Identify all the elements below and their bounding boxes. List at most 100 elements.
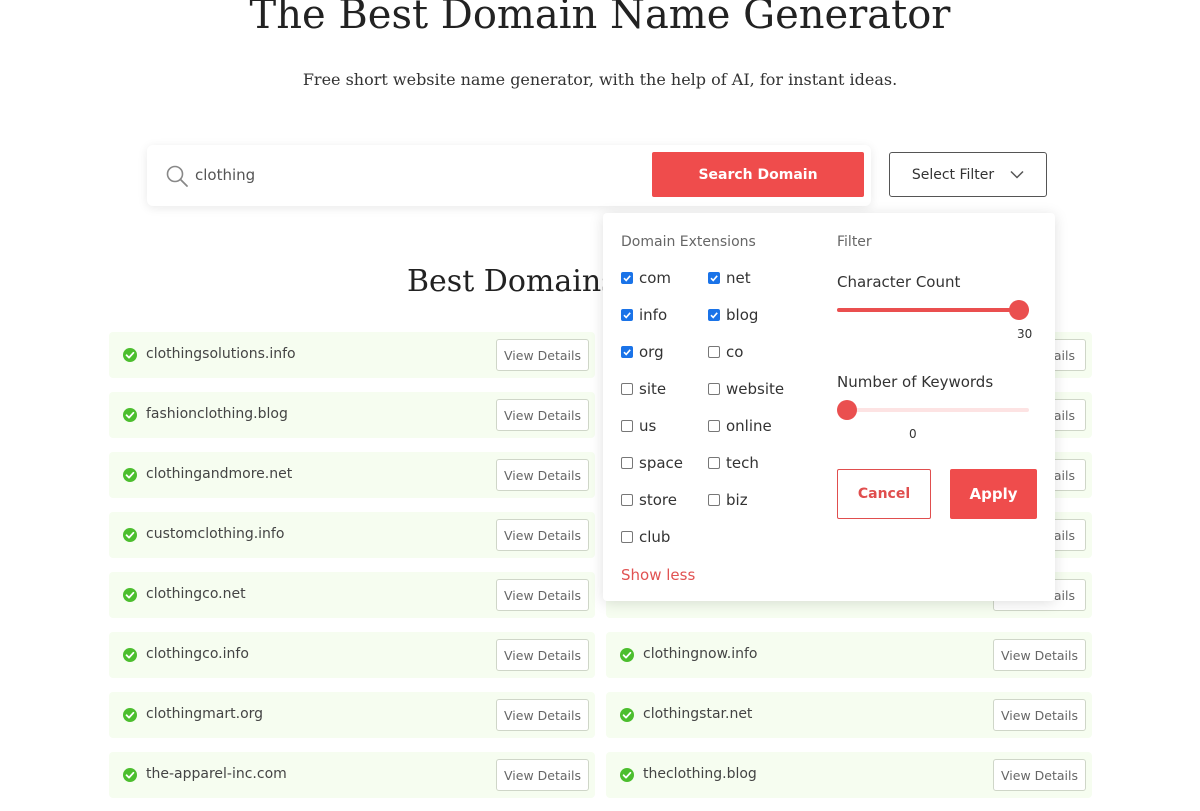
- check-circle-icon: [123, 708, 137, 722]
- character-count-label: Character Count: [837, 273, 961, 291]
- checkbox[interactable]: [621, 531, 633, 543]
- search-input[interactable]: [195, 159, 635, 191]
- extension-label: space: [639, 454, 684, 472]
- extension-label: info: [639, 306, 668, 324]
- domain-row: clothingsolutions.info View Details: [109, 332, 595, 378]
- extension-option-site[interactable]: site: [621, 380, 666, 398]
- view-details-button[interactable]: View Details: [496, 579, 589, 611]
- checkbox[interactable]: [708, 346, 720, 358]
- checkbox[interactable]: [621, 457, 633, 469]
- extension-label: net: [726, 269, 751, 287]
- search-domain-button[interactable]: Search Domain: [652, 152, 864, 197]
- domain-name: clothingmart.org: [146, 706, 264, 722]
- check-circle-icon: [123, 588, 137, 602]
- results-title: Best Domains: [407, 264, 617, 299]
- view-details-button[interactable]: View Details: [496, 519, 589, 551]
- domain-name: clothingco.net: [146, 586, 246, 602]
- extension-label: site: [639, 380, 667, 398]
- extension-option-space[interactable]: space: [621, 454, 683, 472]
- view-details-button[interactable]: View Details: [496, 699, 589, 731]
- character-count-handle[interactable]: [1009, 300, 1029, 320]
- view-details-button[interactable]: View Details: [496, 399, 589, 431]
- view-details-button[interactable]: View Details: [496, 759, 589, 791]
- view-details-button[interactable]: View Details: [993, 699, 1086, 731]
- character-count-fill: [837, 308, 1029, 312]
- domain-name: customclothing.info: [146, 526, 285, 542]
- extension-option-net[interactable]: net: [708, 269, 751, 287]
- check-circle-icon: [620, 768, 634, 782]
- view-details-button[interactable]: View Details: [496, 459, 589, 491]
- checkbox[interactable]: [708, 272, 720, 284]
- domain-name: clothingandmore.net: [146, 466, 293, 482]
- extension-label: com: [639, 269, 672, 287]
- extensions-heading: Domain Extensions: [621, 234, 756, 250]
- checkbox[interactable]: [621, 272, 633, 284]
- keywords-handle[interactable]: [837, 400, 857, 420]
- extension-option-us[interactable]: us: [621, 417, 656, 435]
- page-title: The Best Domain Name Generator: [249, 0, 951, 38]
- checkbox[interactable]: [621, 309, 633, 321]
- checkbox[interactable]: [621, 420, 633, 432]
- search-icon: [166, 165, 188, 187]
- search-box: Search Domain: [147, 145, 871, 206]
- domain-name: the-apparel-inc.com: [146, 766, 287, 782]
- checkbox[interactable]: [621, 346, 633, 358]
- view-details-button[interactable]: View Details: [993, 639, 1086, 671]
- checkbox[interactable]: [708, 457, 720, 469]
- extension-label: online: [726, 417, 772, 435]
- extension-label: club: [639, 528, 671, 546]
- domain-row: clothingmart.org View Details: [109, 692, 595, 738]
- check-circle-icon: [123, 468, 137, 482]
- character-count-slider[interactable]: [837, 300, 1029, 320]
- checkbox[interactable]: [708, 420, 720, 432]
- keywords-label: Number of Keywords: [837, 373, 994, 391]
- checkbox[interactable]: [708, 383, 720, 395]
- checkbox[interactable]: [621, 383, 633, 395]
- page-subtitle: Free short website name generator, with …: [302, 70, 898, 89]
- cancel-button[interactable]: Cancel: [837, 469, 931, 519]
- extension-option-online[interactable]: online: [708, 417, 772, 435]
- domain-name: clothingsolutions.info: [146, 346, 296, 362]
- extension-label: biz: [726, 491, 748, 509]
- extension-option-blog[interactable]: blog: [708, 306, 758, 324]
- domain-row: clothingco.info View Details: [109, 632, 595, 678]
- domain-row: clothingstar.net View Details: [606, 692, 1092, 738]
- keywords-slider[interactable]: [837, 400, 1029, 420]
- domain-row: the-apparel-inc.com View Details: [109, 752, 595, 798]
- filter-heading: Filter: [837, 234, 872, 250]
- extension-option-co[interactable]: co: [708, 343, 743, 361]
- extension-label: website: [726, 380, 785, 398]
- checkbox[interactable]: [708, 309, 720, 321]
- extension-label: blog: [726, 306, 759, 324]
- extension-option-website[interactable]: website: [708, 380, 784, 398]
- extension-label: us: [639, 417, 657, 435]
- check-circle-icon: [123, 648, 137, 662]
- extension-option-info[interactable]: info: [621, 306, 667, 324]
- checkbox[interactable]: [708, 494, 720, 506]
- select-filter-label: Select Filter: [911, 166, 995, 183]
- check-circle-icon: [123, 408, 137, 422]
- extension-option-club[interactable]: club: [621, 528, 670, 546]
- checkbox[interactable]: [621, 494, 633, 506]
- apply-button[interactable]: Apply: [950, 469, 1037, 519]
- view-details-button[interactable]: View Details: [496, 639, 589, 671]
- view-details-button[interactable]: View Details: [993, 759, 1086, 791]
- extension-option-biz[interactable]: biz: [708, 491, 748, 509]
- view-details-button[interactable]: View Details: [496, 339, 589, 371]
- extension-option-store[interactable]: store: [621, 491, 677, 509]
- extension-option-com[interactable]: com: [621, 269, 671, 287]
- extension-label: co: [726, 343, 744, 361]
- domain-name: fashionclothing.blog: [146, 406, 288, 422]
- filter-panel: Domain Extensions Filter com net info blog o…: [603, 213, 1055, 601]
- check-circle-icon: [620, 648, 634, 662]
- show-less-link[interactable]: Show less: [621, 566, 695, 584]
- select-filter-dropdown[interactable]: Select Filter: [889, 152, 1047, 197]
- domain-name: clothingstar.net: [643, 706, 753, 722]
- extension-option-tech[interactable]: tech: [708, 454, 759, 472]
- domain-row: theclothing.blog View Details: [606, 752, 1092, 798]
- extension-option-org[interactable]: org: [621, 343, 664, 361]
- extension-label: tech: [726, 454, 759, 472]
- domain-name: clothingnow.info: [643, 646, 758, 662]
- keywords-value: 0: [909, 427, 917, 441]
- character-count-value: 30: [1017, 327, 1033, 341]
